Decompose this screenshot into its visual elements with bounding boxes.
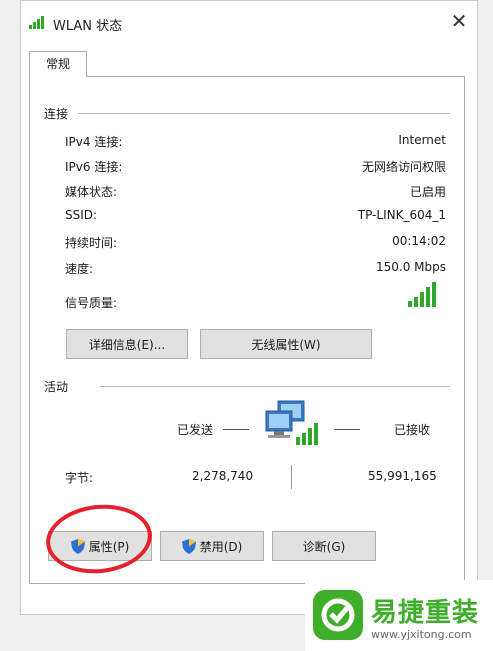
title-bar: WLAN 状态 ✕: [21, 1, 477, 43]
activity-heading: 活动: [44, 380, 69, 394]
speed-value: 150.0 Mbps: [375, 260, 446, 274]
sent-label: 已发送: [177, 423, 214, 437]
watermark-url: www.yjxitong.com: [371, 628, 472, 641]
wireless-properties-button[interactable]: 无线属性(W): [200, 329, 372, 359]
watermark: 易捷重装 www.yjxitong.com: [305, 580, 493, 651]
tab-general[interactable]: 常规: [29, 51, 87, 77]
ssid-label: SSID:: [65, 208, 98, 222]
connection-heading: 连接: [44, 107, 69, 121]
ipv6-value: 无网络访问权限: [361, 160, 446, 174]
wlan-status-window: WLAN 状态 ✕ 常规 连接 IPv4 连接: Internet IPv6 连…: [20, 0, 478, 615]
duration-value: 00:14:02: [392, 234, 446, 248]
bytes-label: 字节:: [65, 471, 94, 485]
disable-button[interactable]: 禁用(D): [160, 531, 264, 561]
duration-label: 持续时间:: [65, 236, 118, 250]
watermark-name: 易捷重装: [371, 598, 480, 628]
network-computers-icon: [265, 400, 318, 445]
sent-bytes-value: 2,278,740: [192, 469, 254, 483]
general-tab-panel: 连接 IPv4 连接: Internet IPv6 连接: 无网络访问权限 媒体…: [29, 76, 465, 584]
ssid-value: TP-LINK_604_1: [357, 208, 446, 222]
window-title: WLAN 状态: [53, 19, 123, 34]
brand-logo-icon: [313, 590, 363, 640]
uac-shield-icon: [70, 538, 85, 554]
sent-dash: [223, 429, 249, 430]
details-button[interactable]: 详细信息(E)...: [66, 329, 188, 359]
properties-button[interactable]: 属性(P): [48, 531, 152, 561]
signal-quality-label: 信号质量:: [65, 296, 118, 310]
ipv4-label: IPv4 连接:: [65, 135, 123, 149]
close-button[interactable]: ✕: [445, 7, 473, 35]
bytes-separator: [291, 465, 292, 489]
properties-button-label: 属性(P): [88, 539, 130, 554]
activity-divider: [100, 386, 450, 387]
media-state-label: 媒体状态:: [65, 185, 118, 199]
disable-button-label: 禁用(D): [199, 539, 243, 554]
connection-divider: [78, 113, 450, 114]
received-label: 已接收: [394, 423, 431, 437]
wifi-signal-icon: [29, 16, 44, 29]
speed-label: 速度:: [65, 262, 94, 276]
received-bytes-value: 55,991,165: [368, 469, 437, 483]
ipv6-label: IPv6 连接:: [65, 160, 123, 174]
signal-bars-icon: [408, 282, 436, 307]
ipv4-value: Internet: [398, 133, 446, 147]
received-dash: [334, 429, 360, 430]
uac-shield-icon: [181, 538, 196, 554]
diagnose-button[interactable]: 诊断(G): [272, 531, 376, 561]
media-state-value: 已启用: [409, 185, 446, 199]
